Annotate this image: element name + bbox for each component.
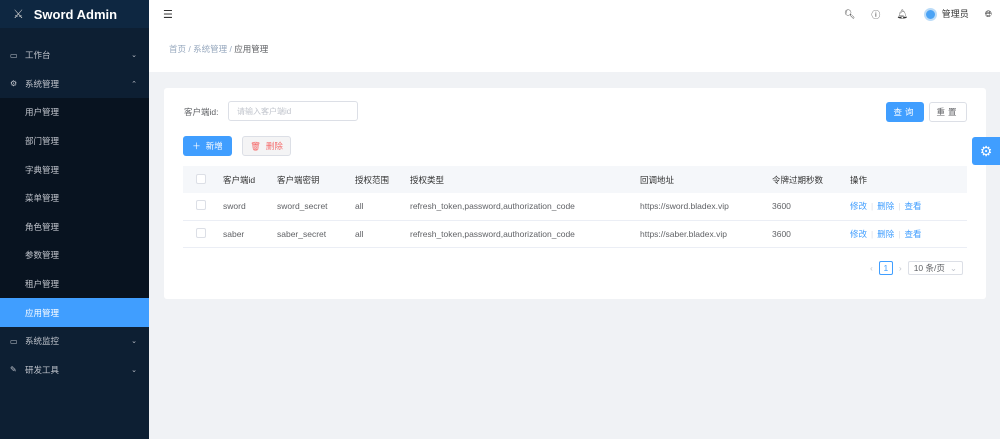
page-number[interactable]: 1: [878, 261, 893, 275]
delete-button[interactable]: 🗑︎ 删除: [242, 136, 291, 156]
chevron-down-icon: ⌄: [949, 262, 957, 273]
col-header: 客户端密钥: [277, 166, 355, 193]
breadcrumb-current: 应用管理: [234, 44, 269, 54]
cell: refresh_token,password,authorization_cod…: [410, 193, 640, 221]
monitor-icon: ▭: [10, 336, 18, 346]
label: 研发工具: [25, 364, 60, 375]
col-header: 客户端id: [223, 166, 277, 193]
edit-link[interactable]: 修改: [850, 229, 867, 239]
cell: refresh_token,password,authorization_cod…: [410, 220, 640, 248]
pagination: ‹ 1 › 10 条/页 ⌄: [870, 261, 963, 275]
table-row: saber saber_secret all refresh_token,pas…: [183, 220, 967, 248]
bell-icon[interactable]: 🔔︎: [896, 9, 907, 20]
app-title: Sword Admin: [33, 6, 118, 22]
page-size-select[interactable]: 10 条/页 ⌄: [907, 261, 963, 275]
gear-icon: ⚙: [10, 79, 18, 89]
collapse-menu-icon[interactable]: ☰: [163, 8, 173, 21]
label: 系统监控: [25, 336, 60, 347]
globe-icon[interactable]: 🌐︎: [985, 9, 992, 20]
row-checkbox[interactable]: [196, 227, 206, 238]
user-name: 管理员: [941, 8, 969, 19]
query-button[interactable]: 查询: [886, 102, 924, 122]
cell: 3600: [772, 220, 850, 248]
select-all-checkbox[interactable]: [196, 173, 206, 184]
cell: sword_secret: [277, 193, 355, 221]
delete-link[interactable]: 删除: [877, 229, 894, 239]
reset-button[interactable]: 重置: [929, 102, 967, 122]
col-header: 授权范围: [355, 166, 410, 193]
sidebar-item-system[interactable]: ⚙ 系统管理 ⌃: [0, 70, 149, 99]
plus-icon: ＋: [192, 141, 201, 151]
col-header: 授权类型: [410, 166, 640, 193]
breadcrumb-home[interactable]: 首页: [169, 44, 186, 54]
col-header: 操作: [850, 166, 967, 193]
logo[interactable]: ⚔ Sword Admin: [0, 0, 149, 28]
breadcrumb: 首页 / 系统管理 / 应用管理: [149, 28, 1000, 72]
chevron-down-icon: ⌄: [131, 338, 137, 346]
gear-icon: ⚙: [979, 142, 993, 159]
sidebar-item-role[interactable]: 角色管理: [0, 213, 149, 242]
sidebar-item-monitor[interactable]: ▭ 系统监控 ⌄: [0, 327, 149, 356]
add-button[interactable]: ＋ 新增: [183, 136, 232, 156]
prev-page-icon[interactable]: ‹: [870, 263, 873, 273]
settings-gear-button[interactable]: ⚙: [972, 137, 1000, 165]
sidebar-item-devtools[interactable]: ✎ 研发工具 ⌄: [0, 356, 149, 385]
view-link[interactable]: 查看: [904, 229, 921, 239]
tool-icon: ✎: [10, 365, 17, 375]
monitor-icon: ▭: [10, 50, 18, 60]
sidebar-item-dept[interactable]: 部门管理: [0, 127, 149, 156]
label: 工作台: [25, 50, 51, 61]
avatar: [923, 8, 937, 22]
sword-icon: ⚔: [13, 7, 24, 21]
breadcrumb-system[interactable]: 系统管理: [193, 44, 227, 54]
sidebar-item-menu[interactable]: 菜单管理: [0, 184, 149, 213]
label: 系统管理: [25, 78, 60, 89]
sidebar-item-param[interactable]: 参数管理: [0, 241, 149, 270]
sidebar-item-workbench[interactable]: ▭ 工作台 ⌄: [0, 41, 149, 70]
chevron-up-icon: ⌃: [131, 80, 137, 88]
table-row: sword sword_secret all refresh_token,pas…: [183, 193, 967, 221]
edit-link[interactable]: 修改: [850, 201, 867, 211]
view-link[interactable]: 查看: [904, 201, 921, 211]
trash-icon: 🗑︎: [250, 140, 261, 151]
cell: saber_secret: [277, 220, 355, 248]
client-id-input[interactable]: [228, 101, 358, 121]
help-icon[interactable]: ⓘ: [871, 8, 880, 21]
next-page-icon[interactable]: ›: [899, 263, 902, 273]
content-card: 客户端id: 查询 重置 ＋ 新增 🗑︎ 删除 客户端id 客户端密钥 授权范围 授…: [164, 88, 986, 299]
add-label: 新增: [205, 141, 223, 151]
cell: all: [355, 193, 410, 221]
chevron-down-icon: ⌄: [131, 366, 137, 374]
row-checkbox[interactable]: [196, 200, 206, 211]
clients-table: 客户端id 客户端密钥 授权范围 授权类型 回调地址 令牌过期秒数 操作 swo…: [183, 166, 967, 248]
cell: sword: [223, 193, 277, 221]
cell: 3600: [772, 193, 850, 221]
search-icon[interactable]: 🔍︎: [844, 9, 855, 20]
delete-link[interactable]: 删除: [877, 201, 894, 211]
cell: all: [355, 220, 410, 248]
col-header: 令牌过期秒数: [772, 166, 850, 193]
top-header: ☰ 🔍︎ ⓘ 🔔︎ 管理员 🌐︎: [149, 0, 1000, 28]
client-id-label: 客户端id:: [184, 107, 219, 117]
user-menu[interactable]: 管理员: [923, 7, 969, 22]
col-header: 回调地址: [640, 166, 772, 193]
cell: saber: [223, 220, 277, 248]
sidebar-item-apps[interactable]: 应用管理: [0, 298, 149, 327]
page-size-value: 10 条/页: [913, 263, 945, 273]
delete-label: 删除: [265, 141, 283, 151]
chevron-down-icon: ⌄: [131, 52, 137, 60]
cell: https://saber.bladex.vip: [640, 220, 772, 248]
sidebar-item-dict[interactable]: 字典管理: [0, 155, 149, 184]
sidebar-item-tenant[interactable]: 租户管理: [0, 270, 149, 299]
sidebar: ⚔ Sword Admin ▭ 工作台 ⌄ ⚙ 系统管理 ⌃ 用户管理 部门管理 字典管理…: [0, 0, 149, 439]
sidebar-item-users[interactable]: 用户管理: [0, 98, 149, 127]
cell: https://sword.bladex.vip: [640, 193, 772, 221]
